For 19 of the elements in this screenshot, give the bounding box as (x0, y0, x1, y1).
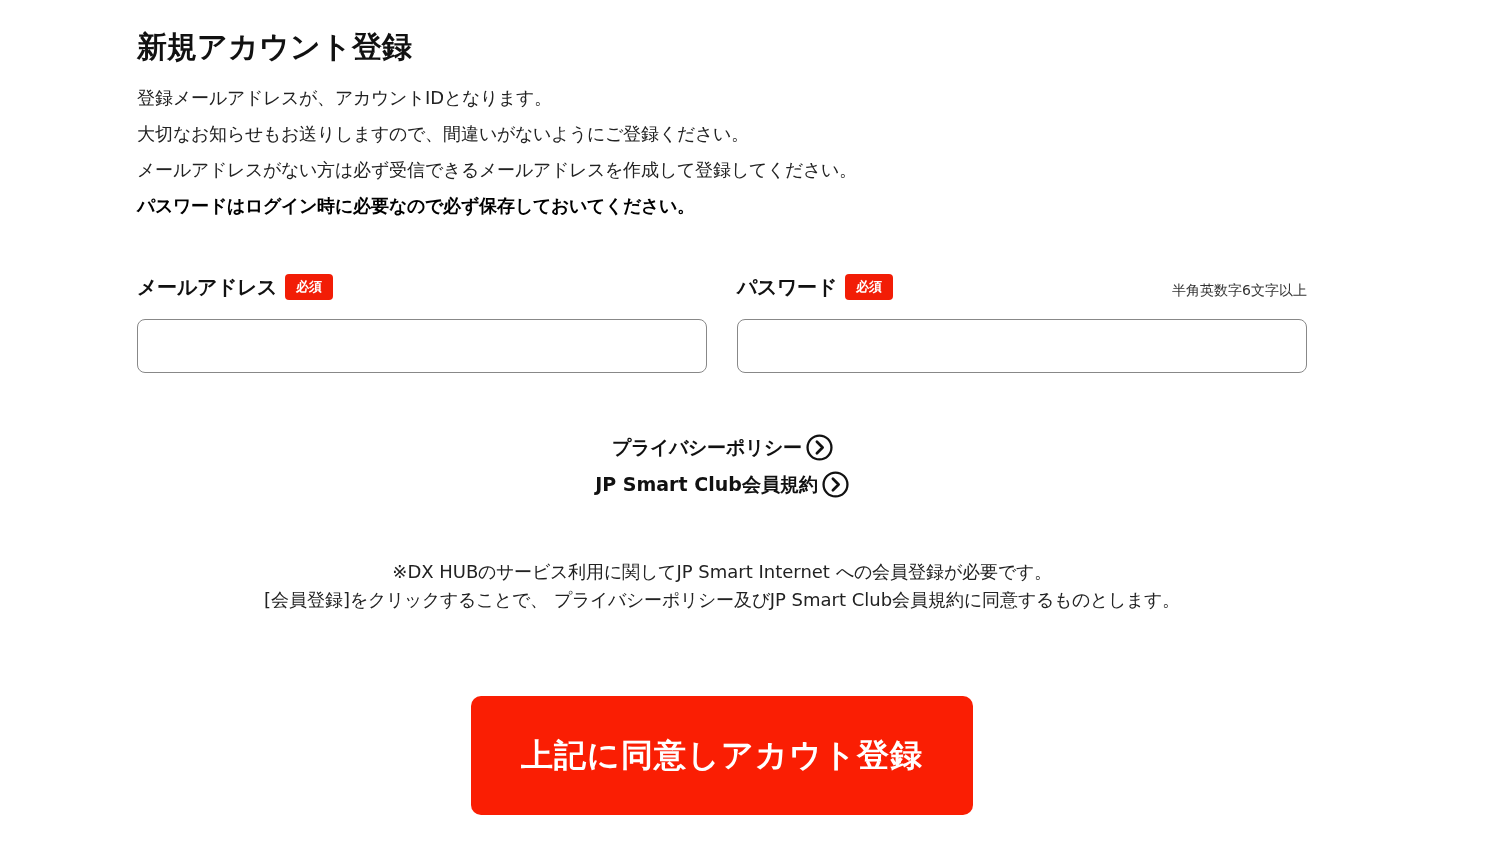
notice-text: ※DX HUBのサービス利用に関してJP Smart Internet への会員登録が必要です。 (392, 560, 1052, 584)
page-title: 新規アカウント登録 (137, 28, 413, 66)
chevron-right-icon (805, 434, 833, 461)
register-button[interactable]: 上記に同意しアカウト登録 (471, 696, 973, 815)
field-label: パスワード (737, 273, 837, 301)
required-badge: 必須 (845, 274, 893, 300)
intro-text: メールアドレスがない方は必ず受信できるメールアドレスを作成して登録してください。 (137, 158, 858, 182)
intro-text: 登録メールアドレスが、アカウントIDとなります。 (137, 86, 554, 110)
policy-link[interactable]: プライバシーポリシー (611, 434, 833, 461)
input-field[interactable] (737, 319, 1307, 373)
chevron-right-icon (821, 471, 849, 498)
intro-text: 大切なお知らせもお送りしますので、間違いがないようにご登録ください。 (137, 122, 750, 146)
required-badge: 必須 (285, 274, 333, 300)
field-hint: 半角英数字6文字以上 (1172, 281, 1307, 300)
input-field[interactable] (137, 319, 707, 373)
policy-link[interactable]: JP Smart Club会員規約 (595, 471, 849, 498)
notice-text: [会員登録]をクリックすることで、 プライバシーポリシー及びJP Smart Club会員規約に同意するものとします。 (263, 588, 1181, 612)
intro-text: パスワードはログイン時に必要なので必ず保存しておいてください。 (137, 194, 696, 218)
field-label: メールアドレス (137, 273, 277, 301)
